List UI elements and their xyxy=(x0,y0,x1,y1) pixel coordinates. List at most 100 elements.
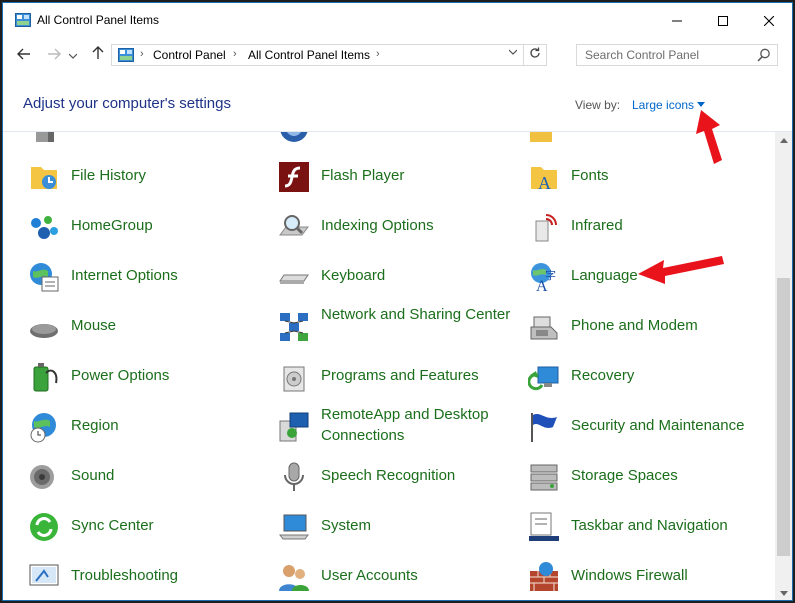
item-label: Power Options xyxy=(71,367,170,384)
address-history-dropdown[interactable] xyxy=(506,47,520,58)
refresh-button[interactable] xyxy=(523,45,546,65)
recent-locations-button[interactable] xyxy=(66,46,80,66)
item-flash-player[interactable]: Flash Player xyxy=(278,157,518,201)
search-box[interactable] xyxy=(576,44,778,66)
programs-features-icon xyxy=(283,366,305,392)
item-label: Network and Sharing Center xyxy=(321,306,511,323)
breadcrumb-control-panel[interactable]: Control Panel xyxy=(153,48,226,62)
control-panel-window: All Control Panel Items › Control Panel … xyxy=(2,2,793,601)
item-speech-recognition[interactable]: Speech Recognition xyxy=(278,457,518,501)
item-programs-features[interactable]: Programs and Features xyxy=(278,357,518,401)
item-storage-spaces[interactable]: Storage Spaces xyxy=(528,457,768,501)
item-label: Windows Firewall xyxy=(571,567,688,584)
caret-down-icon[interactable] xyxy=(697,102,705,107)
item-sync-center[interactable]: Sync Center xyxy=(28,507,268,551)
item-windows-firewall[interactable]: Windows Firewall xyxy=(528,557,768,600)
title-bar[interactable]: All Control Panel Items xyxy=(3,3,792,39)
item-internet-options[interactable]: Internet Options xyxy=(28,257,268,301)
fonts-icon: A xyxy=(531,167,557,193)
item-label: Sync Center xyxy=(71,517,154,534)
item-label: Indexing Options xyxy=(321,217,434,234)
item-label: Recovery xyxy=(571,367,635,384)
item-troubleshooting[interactable]: Troubleshooting xyxy=(28,557,268,600)
item-fonts[interactable]: A Fonts xyxy=(528,157,768,201)
control-panel-icon xyxy=(118,48,134,62)
item-file-history[interactable]: File History xyxy=(28,157,268,201)
item-label: RemoteApp and Desktop Connections xyxy=(321,406,489,444)
item-remoteapp[interactable]: RemoteApp and Desktop Connections xyxy=(278,406,518,451)
item-user-accounts[interactable]: User Accounts xyxy=(278,557,518,600)
breadcrumb-all-items[interactable]: All Control Panel Items xyxy=(248,48,370,62)
maximize-icon xyxy=(718,16,728,26)
item-label: Troubleshooting xyxy=(71,567,179,584)
address-bar[interactable]: › Control Panel › All Control Panel Item… xyxy=(111,44,547,66)
homegroup-icon xyxy=(31,216,58,239)
item-language[interactable]: A字 Language xyxy=(528,257,768,301)
item-security-maintenance[interactable]: Security and Maintenance xyxy=(528,407,768,451)
breadcrumb-separator-icon[interactable]: › xyxy=(376,48,380,60)
content-header: Adjust your computer's settings View by:… xyxy=(3,73,792,132)
security-maintenance-icon xyxy=(531,413,557,442)
item-label: Sound xyxy=(71,467,115,484)
item-homegroup[interactable]: HomeGroup xyxy=(28,207,268,251)
search-input[interactable] xyxy=(577,45,752,65)
item-infrared[interactable]: Infrared xyxy=(528,207,768,251)
items-pane: File History Flash Player A Fonts HomeGr… xyxy=(3,132,775,600)
view-by-dropdown[interactable]: Large icons xyxy=(632,98,694,112)
arrow-right-icon xyxy=(48,48,61,60)
back-button[interactable] xyxy=(13,46,35,66)
svg-text:A: A xyxy=(538,173,551,193)
internet-options-icon xyxy=(30,263,59,292)
search-icon[interactable] xyxy=(757,48,771,62)
item-label: System xyxy=(321,517,372,534)
item-keyboard[interactable]: Keyboard xyxy=(278,257,518,301)
chevron-down-icon xyxy=(68,53,78,59)
item-recovery[interactable]: Recovery xyxy=(528,357,768,401)
network-icon xyxy=(280,313,308,341)
indexing-options-icon xyxy=(279,215,309,236)
refresh-icon xyxy=(530,47,540,58)
vertical-scrollbar[interactable] xyxy=(775,132,792,600)
minimize-icon xyxy=(672,20,682,22)
maximize-button[interactable] xyxy=(700,3,746,39)
scroll-down-button[interactable] xyxy=(775,585,792,600)
item-indexing-options[interactable]: Indexing Options xyxy=(278,207,518,251)
sound-icon xyxy=(30,465,54,489)
storage-spaces-icon xyxy=(530,464,558,491)
breadcrumb-separator-icon[interactable]: › xyxy=(140,48,144,60)
minimize-button[interactable] xyxy=(654,3,700,39)
item-label: Speech Recognition xyxy=(321,467,456,484)
speech-recognition-icon xyxy=(284,462,304,491)
taskbar-icon xyxy=(529,512,559,541)
scroll-up-button[interactable] xyxy=(775,132,792,149)
navigation-bar: › Control Panel › All Control Panel Item… xyxy=(3,39,792,73)
breadcrumb-separator-icon[interactable]: › xyxy=(233,48,237,60)
arrow-up-icon xyxy=(92,46,104,59)
phone-modem-icon xyxy=(530,316,558,340)
partial-item-icon xyxy=(280,132,308,142)
item-label: Keyboard xyxy=(321,267,386,284)
close-button[interactable] xyxy=(746,3,792,39)
sync-center-icon xyxy=(30,513,58,541)
item-label: File History xyxy=(71,167,147,184)
page-title: Adjust your computer's settings xyxy=(23,95,231,112)
mouse-icon xyxy=(30,324,58,338)
item-region[interactable]: Region xyxy=(28,407,268,451)
control-panel-icon xyxy=(15,13,31,27)
item-sound[interactable]: Sound xyxy=(28,457,268,501)
triangle-up-icon xyxy=(779,138,788,143)
item-label: Storage Spaces xyxy=(571,467,678,484)
item-phone-modem[interactable]: Phone and Modem xyxy=(528,307,768,351)
forward-button[interactable] xyxy=(43,46,65,66)
scrollbar-thumb[interactable] xyxy=(777,278,790,556)
svg-text:字: 字 xyxy=(545,268,556,282)
item-mouse[interactable]: Mouse xyxy=(28,307,268,351)
item-label: Flash Player xyxy=(321,167,405,184)
item-power-options[interactable]: Power Options xyxy=(28,357,268,401)
up-button[interactable] xyxy=(87,46,109,66)
item-label: Fonts xyxy=(571,167,609,184)
item-network-sharing[interactable]: Network and Sharing Center xyxy=(278,306,518,351)
item-system[interactable]: System xyxy=(278,507,518,551)
item-label: Mouse xyxy=(71,317,117,334)
item-taskbar-navigation[interactable]: Taskbar and Navigation xyxy=(528,507,768,551)
